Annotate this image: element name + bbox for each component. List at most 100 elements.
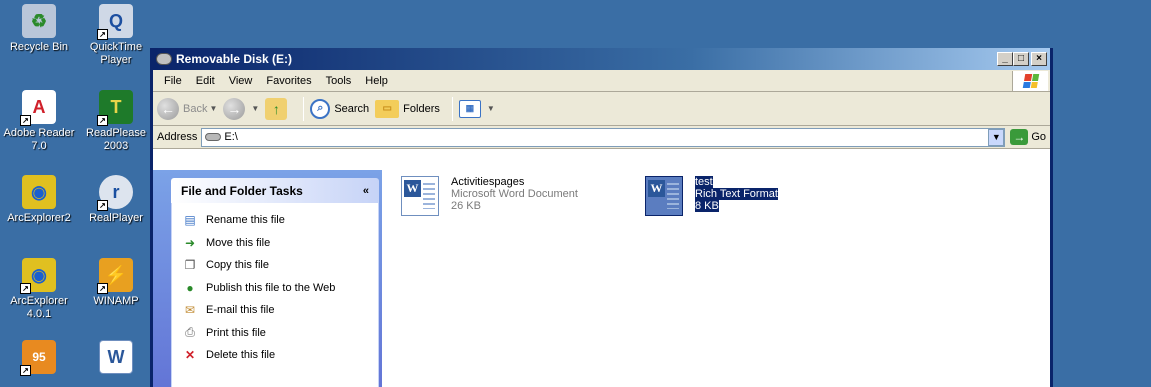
forward-button[interactable]: → ▼ <box>223 97 260 120</box>
views-icon: ▦ <box>458 99 481 118</box>
readplease-icon: T ↗ <box>97 90 133 126</box>
address-input[interactable]: E:\ <box>201 127 1006 147</box>
file-name: test <box>695 176 713 188</box>
chevron-down-icon: ▼ <box>251 104 260 113</box>
publish-web-icon: ● <box>186 280 194 295</box>
file-type: Rich Text Format <box>695 188 778 200</box>
toolbar-separator <box>451 96 453 121</box>
address-bar: Address E:\ ▼ → Go <box>153 126 1050 149</box>
desktop-icon-realplayer[interactable]: r ↗ RealPlayer <box>80 175 152 225</box>
task-move[interactable]: ➜ Move this file <box>182 232 368 255</box>
task-label: E-mail this file <box>206 304 275 317</box>
task-email[interactable]: ✉ E-mail this file <box>182 299 368 322</box>
search-button[interactable]: ⌕ Search <box>310 98 370 119</box>
collapse-chevron-icon[interactable]: « <box>363 185 369 197</box>
folders-label: Folders <box>403 102 440 115</box>
file-size: 26 KB <box>451 200 481 212</box>
move-icon: ➜ <box>184 235 196 250</box>
windows-logo-icon <box>1012 71 1048 91</box>
desktop-icon-winamp[interactable]: ⚡ ↗ WINAMP <box>80 258 152 308</box>
recycle-bin-icon: ♻ <box>22 4 56 38</box>
desktop-icon-readplease[interactable]: T ↗ ReadPlease 2003 <box>80 90 152 153</box>
panel-title: File and Folder Tasks <box>181 183 303 198</box>
desktop-icon-partial-1[interactable]: 95 ↗ <box>3 340 75 377</box>
views-button[interactable]: ▦ ▼ <box>458 99 495 118</box>
standard-toolbar: ← Back ▼ → ▼ ↑ ⌕ Search ▭ Folders ▦ ▼ <box>153 92 1050 126</box>
menu-file[interactable]: File <box>157 75 189 87</box>
address-label: Address <box>157 131 198 143</box>
desktop-icon-partial-2[interactable]: W <box>80 340 152 377</box>
app-icon: 95 ↗ <box>20 340 56 376</box>
file-type: Microsoft Word Document <box>451 188 578 200</box>
print-icon: ⎙ <box>185 325 195 340</box>
menu-help[interactable]: Help <box>358 75 395 87</box>
toolbar-separator <box>303 96 305 121</box>
menu-bar: File Edit View Favorites Tools Help <box>153 70 1050 92</box>
desktop-icon-quicktime[interactable]: Q ↗ QuickTime Player <box>80 4 152 67</box>
word-document-icon: W <box>401 176 439 216</box>
file-size: 8 KB <box>695 200 719 212</box>
task-label: Move this file <box>206 236 271 249</box>
minimize-button[interactable]: _ <box>997 52 1013 66</box>
maximize-button[interactable]: □ <box>1013 52 1029 66</box>
title-bar[interactable]: Removable Disk (E:) _ □ × <box>153 48 1050 70</box>
back-button[interactable]: ← Back ▼ <box>157 97 218 120</box>
go-button[interactable]: → Go <box>1010 129 1046 145</box>
adobe-reader-icon: A ↗ <box>20 90 56 126</box>
file-folder-tasks-panel: File and Folder Tasks « ▤ Rename this fi… <box>171 178 379 387</box>
task-pane: File and Folder Tasks « ▤ Rename this fi… <box>153 170 382 387</box>
task-label: Delete this file <box>206 349 276 362</box>
task-label: Print this file <box>206 326 266 339</box>
desktop-icon-recycle-bin[interactable]: ♻ Recycle Bin <box>3 4 75 54</box>
content-area: File and Folder Tasks « ▤ Rename this fi… <box>153 170 1050 387</box>
task-rename[interactable]: ▤ Rename this file <box>182 209 368 232</box>
removable-disk-icon <box>156 53 172 65</box>
back-label: Back <box>183 102 208 115</box>
task-list: ▤ Rename this file ➜ Move this file ❐ Co… <box>171 203 379 387</box>
go-arrow-icon: → <box>1010 129 1029 145</box>
task-delete[interactable]: ✕ Delete this file <box>182 344 368 367</box>
search-icon: ⌕ <box>310 98 331 119</box>
rich-text-document-icon: W <box>645 176 683 216</box>
desktop-icon-adobe-reader[interactable]: A ↗ Adobe Reader 7.0 <box>3 90 75 153</box>
file-item[interactable]: W Activitiespages Microsoft Word Documen… <box>401 176 578 216</box>
removable-disk-icon <box>205 133 222 141</box>
realplayer-icon: r ↗ <box>97 175 133 211</box>
up-folder-button[interactable]: ↑ <box>265 97 291 120</box>
back-arrow-icon: ← <box>157 97 179 120</box>
menu-tools[interactable]: Tools <box>319 75 359 87</box>
quicktime-icon: Q ↗ <box>97 4 133 40</box>
close-button[interactable]: × <box>1031 52 1047 66</box>
menu-favorites[interactable]: Favorites <box>259 75 318 87</box>
arcexplorer-icon: ◉ <box>22 175 56 209</box>
copy-icon: ❐ <box>184 258 196 273</box>
delete-icon: ✕ <box>184 348 196 363</box>
file-item-selected[interactable]: W test Rich Text Format 8 KB <box>645 176 778 216</box>
word-document-icon: W <box>99 340 133 374</box>
panel-header[interactable]: File and Folder Tasks « <box>171 178 379 203</box>
file-name: Activitiespages <box>451 176 525 188</box>
email-icon: ✉ <box>184 303 196 318</box>
address-dropdown-button[interactable]: ▼ <box>988 128 1005 146</box>
rename-icon: ▤ <box>184 213 196 228</box>
window-title: Removable Disk (E:) <box>176 52 293 66</box>
chevron-down-icon: ▼ <box>209 104 218 113</box>
forward-arrow-icon: → <box>223 97 246 120</box>
task-copy[interactable]: ❐ Copy this file <box>182 254 368 277</box>
folders-icon: ▭ <box>375 99 400 118</box>
chevron-down-icon: ▼ <box>486 104 495 113</box>
go-label: Go <box>1031 131 1046 143</box>
task-print[interactable]: ⎙ Print this file <box>182 322 368 345</box>
task-publish[interactable]: ● Publish this file to the Web <box>182 277 368 300</box>
desktop-icon-arcexplorer2[interactable]: ◉ ArcExplorer2 <box>3 175 75 225</box>
desktop-icon-arcexplorer-401[interactable]: ◉ ↗ ArcExplorer 4.0.1 <box>3 258 75 321</box>
folders-button[interactable]: ▭ Folders <box>375 99 440 118</box>
task-label: Copy this file <box>206 259 269 272</box>
search-label: Search <box>334 102 370 115</box>
explorer-window: Removable Disk (E:) _ □ × File Edit View… <box>150 48 1053 387</box>
address-value: E:\ <box>224 131 238 143</box>
arcexplorer-icon: ◉ ↗ <box>20 258 56 294</box>
task-label: Publish this file to the Web <box>206 281 336 294</box>
menu-edit[interactable]: Edit <box>189 75 222 87</box>
menu-view[interactable]: View <box>222 75 260 87</box>
